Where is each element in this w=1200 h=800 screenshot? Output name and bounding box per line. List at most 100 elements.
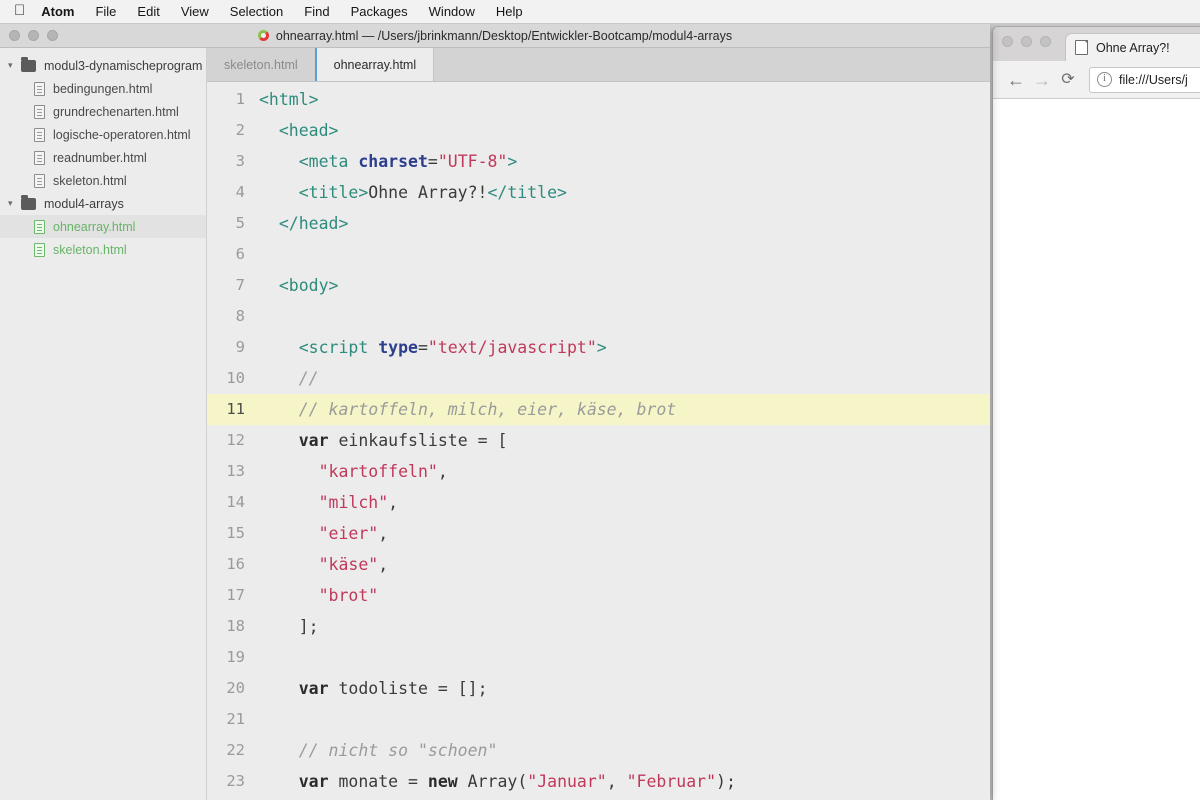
- code-line-text: <script type="text/javascript">: [259, 332, 990, 363]
- code-line[interactable]: 19: [207, 642, 990, 673]
- line-number: 14: [226, 493, 245, 511]
- tree-file-row[interactable]: skeleton.html: [0, 238, 206, 261]
- line-number: 8: [235, 307, 245, 325]
- tree-view-sidebar[interactable]: ▾ modul3-dynamischeprogramm bedingungen.ht…: [0, 48, 207, 800]
- line-number: 21: [226, 710, 245, 728]
- menu-item-find[interactable]: Find: [304, 4, 329, 19]
- code-line[interactable]: 9 <script type="text/javascript">: [207, 332, 990, 363]
- page-favicon-icon: [1075, 40, 1088, 55]
- apple-logo-icon[interactable]: : [14, 3, 25, 18]
- browser-maximize-button[interactable]: [1040, 36, 1051, 47]
- tree-item-label: logische-operatoren.html: [53, 127, 191, 142]
- line-number: 10: [226, 369, 245, 387]
- code-token-attr: charset: [358, 152, 428, 171]
- code-line[interactable]: 22 // nicht so "schoen": [207, 735, 990, 766]
- tree-file-row[interactable]: bedingungen.html: [0, 77, 206, 100]
- code-token-string: "kartoffeln": [318, 462, 438, 481]
- code-line[interactable]: 15 "eier",: [207, 518, 990, 549]
- atom-traffic-lights: [9, 30, 58, 41]
- info-circle-icon[interactable]: i: [1097, 72, 1112, 87]
- code-line[interactable]: 2 <head>: [207, 115, 990, 146]
- code-token-tag: </head>: [259, 214, 349, 233]
- tree-file-row[interactable]: logische-operatoren.html: [0, 123, 206, 146]
- menu-item-help[interactable]: Help: [496, 4, 523, 19]
- line-number: 1: [235, 90, 245, 108]
- menu-item-edit[interactable]: Edit: [137, 4, 159, 19]
- code-token-plain: ,: [388, 493, 399, 512]
- tree-folder-row[interactable]: ▾ modul4-arrays: [0, 192, 206, 215]
- browser-page-content: [993, 99, 1200, 800]
- browser-minimize-button[interactable]: [1021, 36, 1032, 47]
- code-line[interactable]: 5 </head>: [207, 208, 990, 239]
- code-line[interactable]: 7 <body>: [207, 270, 990, 301]
- chevron-down-icon[interactable]: ▾: [8, 61, 21, 70]
- atom-close-button[interactable]: [9, 30, 20, 41]
- folder-icon: [21, 194, 36, 210]
- line-number: 19: [226, 648, 245, 666]
- code-line[interactable]: 1 <html>: [207, 84, 990, 115]
- code-line[interactable]: 21: [207, 704, 990, 735]
- code-token-punct: =: [427, 152, 438, 171]
- code-line[interactable]: 4 <title>Ohne Array?!</title>: [207, 177, 990, 208]
- code-line[interactable]: 18 ];: [207, 611, 990, 642]
- back-arrow-icon[interactable]: ←: [1003, 71, 1029, 89]
- code-line-text: var monate = new Array("Januar", "Februa…: [259, 766, 990, 797]
- code-line[interactable]: 3 <meta charset="UTF-8">: [207, 146, 990, 177]
- file-icon: [34, 150, 45, 165]
- line-number: 13: [226, 462, 245, 480]
- code-line[interactable]: 14 "milch",: [207, 487, 990, 518]
- address-bar[interactable]: i file:///Users/j: [1089, 66, 1200, 93]
- code-line[interactable]: 6: [207, 239, 990, 270]
- editor-scrollbar[interactable]: [985, 82, 990, 800]
- editor-tab-label: ohnearray.html: [333, 57, 417, 72]
- tree-file-row[interactable]: readnumber.html: [0, 146, 206, 169]
- menu-item-atom[interactable]: Atom: [41, 4, 74, 19]
- tree-file-row[interactable]: grundrechenarten.html: [0, 100, 206, 123]
- editor-tab-bar[interactable]: skeleton.html ohnearray.html: [207, 48, 990, 82]
- code-editor[interactable]: 1 <html> 2 <head> 3 <meta charset="UTF-8"> 4…: [207, 82, 990, 800]
- tree-file-row[interactable]: ohnearray.html: [0, 215, 206, 238]
- atom-minimize-button[interactable]: [28, 30, 39, 41]
- file-icon: [34, 173, 45, 188]
- tree-item-label: grundrechenarten.html: [53, 104, 179, 119]
- code-line[interactable]: 20 var todoliste = [];: [207, 673, 990, 704]
- code-line-text: //: [259, 363, 990, 394]
- chevron-down-icon[interactable]: ▾: [8, 199, 21, 208]
- forward-arrow-icon[interactable]: →: [1029, 71, 1055, 89]
- browser-close-button[interactable]: [1002, 36, 1013, 47]
- code-line[interactable]: 8: [207, 301, 990, 332]
- reload-icon[interactable]: ⟳: [1055, 71, 1081, 88]
- code-line[interactable]: 11 // kartoffeln, milch, eier, käse, bro…: [207, 394, 990, 425]
- editor-tab[interactable]: skeleton.html: [207, 48, 316, 81]
- browser-tab[interactable]: Ohne Array?!: [1065, 33, 1200, 61]
- menu-item-packages[interactable]: Packages: [351, 4, 408, 19]
- tab-bar-empty-space: [434, 48, 990, 81]
- code-token-plain: monate =: [328, 772, 428, 791]
- browser-toolbar: ← → ⟳ i file:///Users/j: [993, 61, 1200, 99]
- atom-maximize-button[interactable]: [47, 30, 58, 41]
- menu-item-file[interactable]: File: [95, 4, 116, 19]
- line-number: 17: [226, 586, 245, 604]
- code-line[interactable]: 13 "kartoffeln",: [207, 456, 990, 487]
- menu-item-view[interactable]: View: [181, 4, 209, 19]
- editor-tab-active[interactable]: ohnearray.html: [314, 48, 435, 81]
- tree-file-row[interactable]: skeleton.html: [0, 169, 206, 192]
- tree-item-label: modul4-arrays: [44, 196, 124, 211]
- code-line[interactable]: 10 //: [207, 363, 990, 394]
- chrome-browser-window[interactable]: Ohne Array?! ← → ⟳ i file:///Users/j: [992, 26, 1200, 800]
- code-token-string: "käse": [318, 555, 379, 574]
- code-line[interactable]: 17 "brot": [207, 580, 990, 611]
- code-token-comment: // kartoffeln, milch, eier, käse, brot: [259, 400, 677, 419]
- code-line[interactable]: 12 var einkaufsliste = [: [207, 425, 990, 456]
- code-line[interactable]: 23 var monate = new Array("Januar", "Feb…: [207, 766, 990, 797]
- tree-folder-row[interactable]: ▾ modul3-dynamischeprogramm: [0, 54, 206, 77]
- menu-item-window[interactable]: Window: [429, 4, 475, 19]
- code-token-tag: <html>: [259, 90, 319, 109]
- code-line-text: </head>: [259, 208, 990, 239]
- menu-item-selection[interactable]: Selection: [230, 4, 283, 19]
- code-line[interactable]: 16 "käse",: [207, 549, 990, 580]
- address-bar-url: file:///Users/j: [1119, 72, 1188, 87]
